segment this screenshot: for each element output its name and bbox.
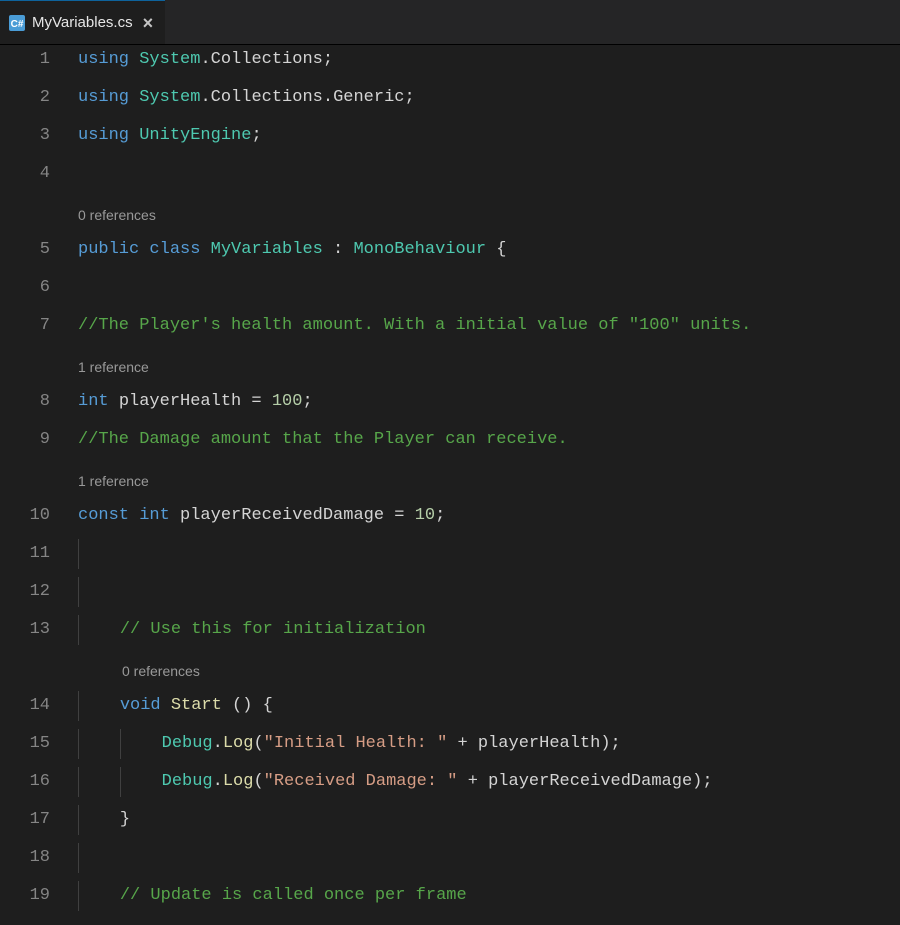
codelens-references[interactable]: 0 references bbox=[78, 197, 900, 227]
code-line[interactable]: //The Player's health amount. With a ini… bbox=[78, 311, 900, 341]
line-number: 8 bbox=[0, 387, 58, 417]
tab-bar: C# MyVariables.cs × bbox=[0, 0, 900, 45]
csharp-file-icon: C# bbox=[8, 14, 26, 32]
line-number: 12 bbox=[0, 577, 58, 607]
code-line[interactable]: } bbox=[78, 805, 900, 835]
code-line[interactable]: void Start () { bbox=[78, 691, 900, 721]
line-number: 2 bbox=[0, 83, 58, 113]
code-line[interactable]: //The Damage amount that the Player can … bbox=[78, 425, 900, 455]
editor-area[interactable]: 1 using System.Collections; 2 using Syst… bbox=[0, 45, 900, 925]
line-number: 11 bbox=[0, 539, 58, 569]
codelens-references[interactable]: 0 references bbox=[78, 919, 900, 925]
tab-filename: MyVariables.cs bbox=[32, 14, 133, 31]
line-number: 9 bbox=[0, 425, 58, 455]
code-line[interactable] bbox=[78, 843, 900, 873]
code-line[interactable]: public class MyVariables : MonoBehaviour… bbox=[78, 235, 900, 265]
code-line[interactable] bbox=[78, 577, 900, 607]
line-number: 10 bbox=[0, 501, 58, 531]
code-line[interactable] bbox=[78, 273, 900, 303]
line-number: 1 bbox=[0, 45, 58, 75]
code-line[interactable]: using System.Collections.Generic; bbox=[78, 83, 900, 113]
line-number: 14 bbox=[0, 691, 58, 721]
codelens-references[interactable]: 1 reference bbox=[78, 463, 900, 493]
code-line[interactable]: using System.Collections; bbox=[78, 45, 900, 75]
code-line[interactable]: // Update is called once per frame bbox=[78, 881, 900, 911]
codelens-references[interactable]: 1 reference bbox=[78, 349, 900, 379]
line-number: 4 bbox=[0, 159, 58, 189]
line-number: 7 bbox=[0, 311, 58, 341]
code-line[interactable]: using UnityEngine; bbox=[78, 121, 900, 151]
code-line[interactable]: Debug.Log("Initial Health: " + playerHea… bbox=[78, 729, 900, 759]
code-line[interactable]: const int playerReceivedDamage = 10; bbox=[78, 501, 900, 531]
line-number: 17 bbox=[0, 805, 58, 835]
file-tab[interactable]: C# MyVariables.cs × bbox=[0, 0, 165, 44]
close-icon[interactable]: × bbox=[143, 14, 154, 32]
line-number: 5 bbox=[0, 235, 58, 265]
line-number: 3 bbox=[0, 121, 58, 151]
code-line[interactable] bbox=[78, 539, 900, 569]
line-number: 6 bbox=[0, 273, 58, 303]
line-number: 16 bbox=[0, 767, 58, 797]
code-line[interactable]: // Use this for initialization bbox=[78, 615, 900, 645]
line-number: 15 bbox=[0, 729, 58, 759]
code-line[interactable]: int playerHealth = 100; bbox=[78, 387, 900, 417]
code-line[interactable]: Debug.Log("Received Damage: " + playerRe… bbox=[78, 767, 900, 797]
svg-text:C#: C# bbox=[11, 19, 24, 30]
code-line[interactable] bbox=[78, 159, 900, 189]
codelens-references[interactable]: 0 references bbox=[78, 653, 900, 683]
line-number: 13 bbox=[0, 615, 58, 645]
line-number: 19 bbox=[0, 881, 58, 911]
line-number: 18 bbox=[0, 843, 58, 873]
